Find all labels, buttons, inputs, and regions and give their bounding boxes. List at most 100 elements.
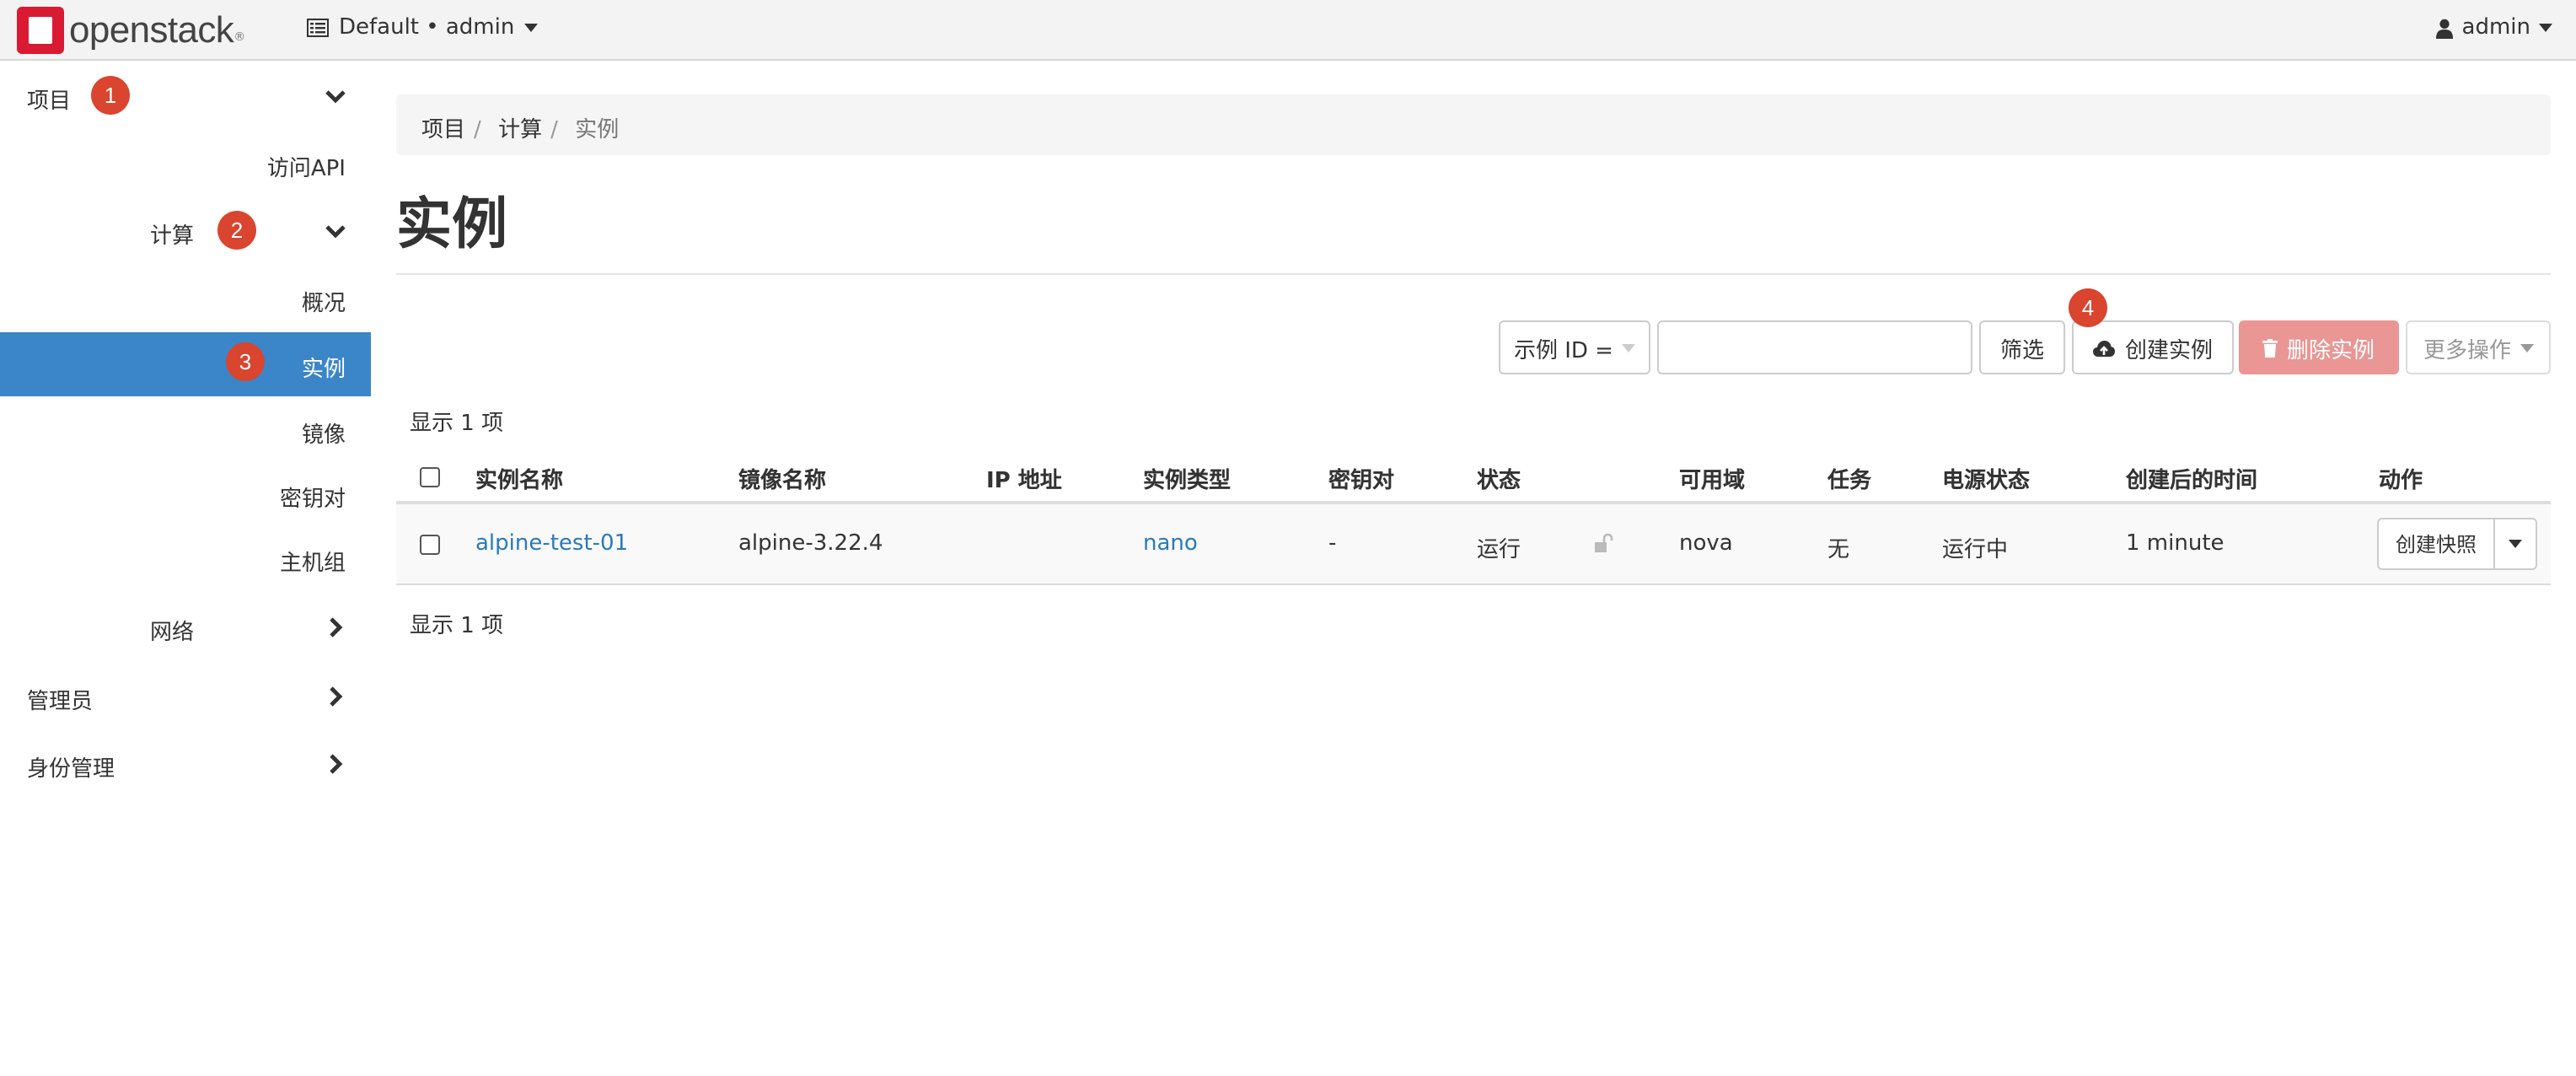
breadcrumb: 项目 / 计算 / 实例 bbox=[396, 94, 2551, 155]
row-select-checkbox[interactable] bbox=[420, 535, 440, 555]
sidebar-item-label: 实例 bbox=[301, 358, 346, 383]
more-actions-dropdown[interactable]: 更多操作 bbox=[2406, 320, 2551, 374]
item-count-top: 显示 1 项 bbox=[410, 412, 504, 437]
sidebar-item-label: 主机组 bbox=[279, 551, 346, 577]
chevron-right-icon bbox=[330, 617, 343, 638]
column-header-zone[interactable]: 可用域 bbox=[1679, 462, 1745, 494]
launch-instance-button[interactable]: 创建实例 bbox=[2072, 320, 2234, 374]
sidebar-item-label: 访问API bbox=[266, 157, 346, 182]
sidebar-item-label: 管理员 bbox=[27, 690, 94, 715]
chevron-down-icon bbox=[325, 225, 346, 239]
sidebar-item-key-pairs[interactable]: 密钥对 bbox=[0, 460, 371, 526]
launch-instance-label: 创建实例 bbox=[2124, 338, 2213, 363]
sidebar-item-label: 网络 bbox=[150, 621, 195, 646]
select-all-checkbox[interactable] bbox=[420, 467, 440, 487]
user-menu[interactable]: admin bbox=[2436, 15, 2552, 40]
sidebar-item-label: 项目 bbox=[27, 89, 72, 115]
filter-input[interactable] bbox=[1657, 320, 1972, 374]
column-header-flavor[interactable]: 实例类型 bbox=[1143, 462, 1231, 494]
filter-button[interactable]: 筛选 bbox=[1979, 320, 2065, 374]
table-header-row: 实例名称 镜像名称 IP 地址 实例类型 密钥对 状态 可用域 任务 电源状态 … bbox=[396, 447, 2551, 504]
instance-flavor-link[interactable]: nano bbox=[1143, 531, 1198, 557]
column-header-age[interactable]: 创建后的时间 bbox=[2126, 462, 2257, 494]
instance-zone: nova bbox=[1679, 531, 1733, 557]
table-row: alpine-test-01 alpine-3.22.4 nano - 运行 n… bbox=[396, 504, 2551, 585]
row-actions: 创建快照 bbox=[2377, 518, 2538, 570]
delete-instances-button[interactable]: 删除实例 bbox=[2239, 320, 2399, 374]
chevron-down-icon bbox=[2509, 540, 2523, 548]
breadcrumb-item-project[interactable]: 项目 bbox=[421, 118, 465, 143]
sidebar-item-instances[interactable]: 实例 bbox=[0, 332, 371, 396]
breadcrumb-separator: / bbox=[474, 118, 481, 143]
filter-field-dropdown[interactable]: 示例 ID = bbox=[1499, 320, 1650, 374]
sidebar-item-network[interactable]: 网络 bbox=[0, 594, 371, 659]
page-title: 实例 bbox=[396, 191, 507, 256]
column-header-task[interactable]: 任务 bbox=[1827, 462, 1871, 494]
sidebar-item-api-access[interactable]: 访问API bbox=[0, 130, 371, 196]
openstack-logo[interactable]: openstack ® bbox=[17, 7, 245, 54]
breadcrumb-item-compute[interactable]: 计算 bbox=[498, 118, 542, 143]
sidebar-item-overview[interactable]: 概况 bbox=[0, 265, 371, 331]
logo-registered-mark: ® bbox=[233, 30, 246, 44]
sidebar-item-label: 概况 bbox=[301, 292, 346, 317]
sidebar-item-identity[interactable]: 身份管理 bbox=[0, 730, 371, 796]
sidebar-item-images[interactable]: 镜像 bbox=[0, 396, 371, 462]
chevron-down-icon bbox=[524, 24, 539, 32]
instance-status: 运行 bbox=[1477, 538, 1521, 563]
delete-instances-label: 删除实例 bbox=[2286, 338, 2375, 363]
instance-task: 无 bbox=[1827, 538, 1850, 563]
annotation-badge-1: 1 bbox=[91, 76, 130, 115]
sidebar-item-project[interactable]: 项目 bbox=[0, 62, 371, 128]
instance-image: alpine-3.22.4 bbox=[738, 531, 883, 557]
create-snapshot-button[interactable]: 创建快照 bbox=[2377, 518, 2496, 570]
top-navbar: openstack ® Default • admin admin bbox=[0, 0, 2576, 61]
column-header-ip[interactable]: IP 地址 bbox=[986, 462, 1062, 494]
chevron-down-icon bbox=[2520, 343, 2533, 352]
user-name: admin bbox=[2461, 15, 2530, 40]
chevron-down-icon bbox=[2539, 24, 2552, 32]
chevron-right-icon bbox=[330, 686, 343, 707]
instance-age: 1 minute bbox=[2126, 531, 2224, 557]
annotation-badge-3: 3 bbox=[226, 342, 265, 381]
chevron-right-icon bbox=[330, 754, 343, 774]
column-header-name[interactable]: 实例名称 bbox=[475, 462, 563, 494]
sidebar-item-label: 计算 bbox=[150, 224, 195, 250]
sidebar-item-admin[interactable]: 管理员 bbox=[0, 663, 371, 729]
user-icon bbox=[2436, 18, 2454, 38]
project-selector-label: Default • admin bbox=[339, 15, 515, 40]
sidebar-item-label: 镜像 bbox=[301, 423, 346, 449]
filter-button-label: 筛选 bbox=[1999, 338, 2044, 363]
unlock-icon bbox=[1595, 533, 1613, 552]
annotation-badge-4: 4 bbox=[2069, 288, 2107, 327]
breadcrumb-separator: / bbox=[550, 118, 558, 143]
column-header-key-pair[interactable]: 密钥对 bbox=[1328, 462, 1394, 494]
trash-icon bbox=[2262, 338, 2278, 357]
create-snapshot-label: 创建快照 bbox=[2396, 533, 2477, 557]
project-selector[interactable]: Default • admin bbox=[307, 15, 539, 40]
column-header-image[interactable]: 镜像名称 bbox=[738, 462, 826, 494]
instance-key-pair: - bbox=[1328, 531, 1337, 557]
annotation-badge-2: 2 bbox=[217, 211, 256, 250]
sidebar-item-server-groups[interactable]: 主机组 bbox=[0, 525, 371, 590]
filter-field-label: 示例 ID = bbox=[1513, 338, 1613, 363]
logo-wordmark: openstack bbox=[69, 8, 234, 51]
chevron-down-icon bbox=[325, 90, 346, 104]
chevron-down-icon bbox=[1622, 343, 1635, 352]
item-count-bottom: 显示 1 项 bbox=[410, 614, 504, 639]
sidebar-item-label: 密钥对 bbox=[279, 487, 346, 513]
column-header-status[interactable]: 状态 bbox=[1477, 462, 1521, 494]
more-actions-label: 更多操作 bbox=[2423, 338, 2511, 363]
row-actions-dropdown[interactable] bbox=[2495, 518, 2538, 570]
instance-power-state: 运行中 bbox=[1942, 538, 2009, 563]
project-list-icon bbox=[307, 19, 329, 37]
sidebar-item-label: 身份管理 bbox=[27, 757, 115, 783]
instances-table: 实例名称 镜像名称 IP 地址 实例类型 密钥对 状态 可用域 任务 电源状态 … bbox=[396, 447, 2551, 585]
title-divider bbox=[396, 273, 2551, 275]
column-header-power[interactable]: 电源状态 bbox=[1942, 462, 2030, 494]
instance-name-link[interactable]: alpine-test-01 bbox=[475, 531, 628, 557]
sidebar-item-compute[interactable]: 计算 bbox=[0, 197, 371, 263]
column-header-actions: 动作 bbox=[2379, 469, 2423, 494]
openstack-logo-icon bbox=[17, 7, 64, 54]
cloud-upload-icon bbox=[2093, 340, 2116, 356]
breadcrumb-item-current: 实例 bbox=[575, 118, 620, 143]
